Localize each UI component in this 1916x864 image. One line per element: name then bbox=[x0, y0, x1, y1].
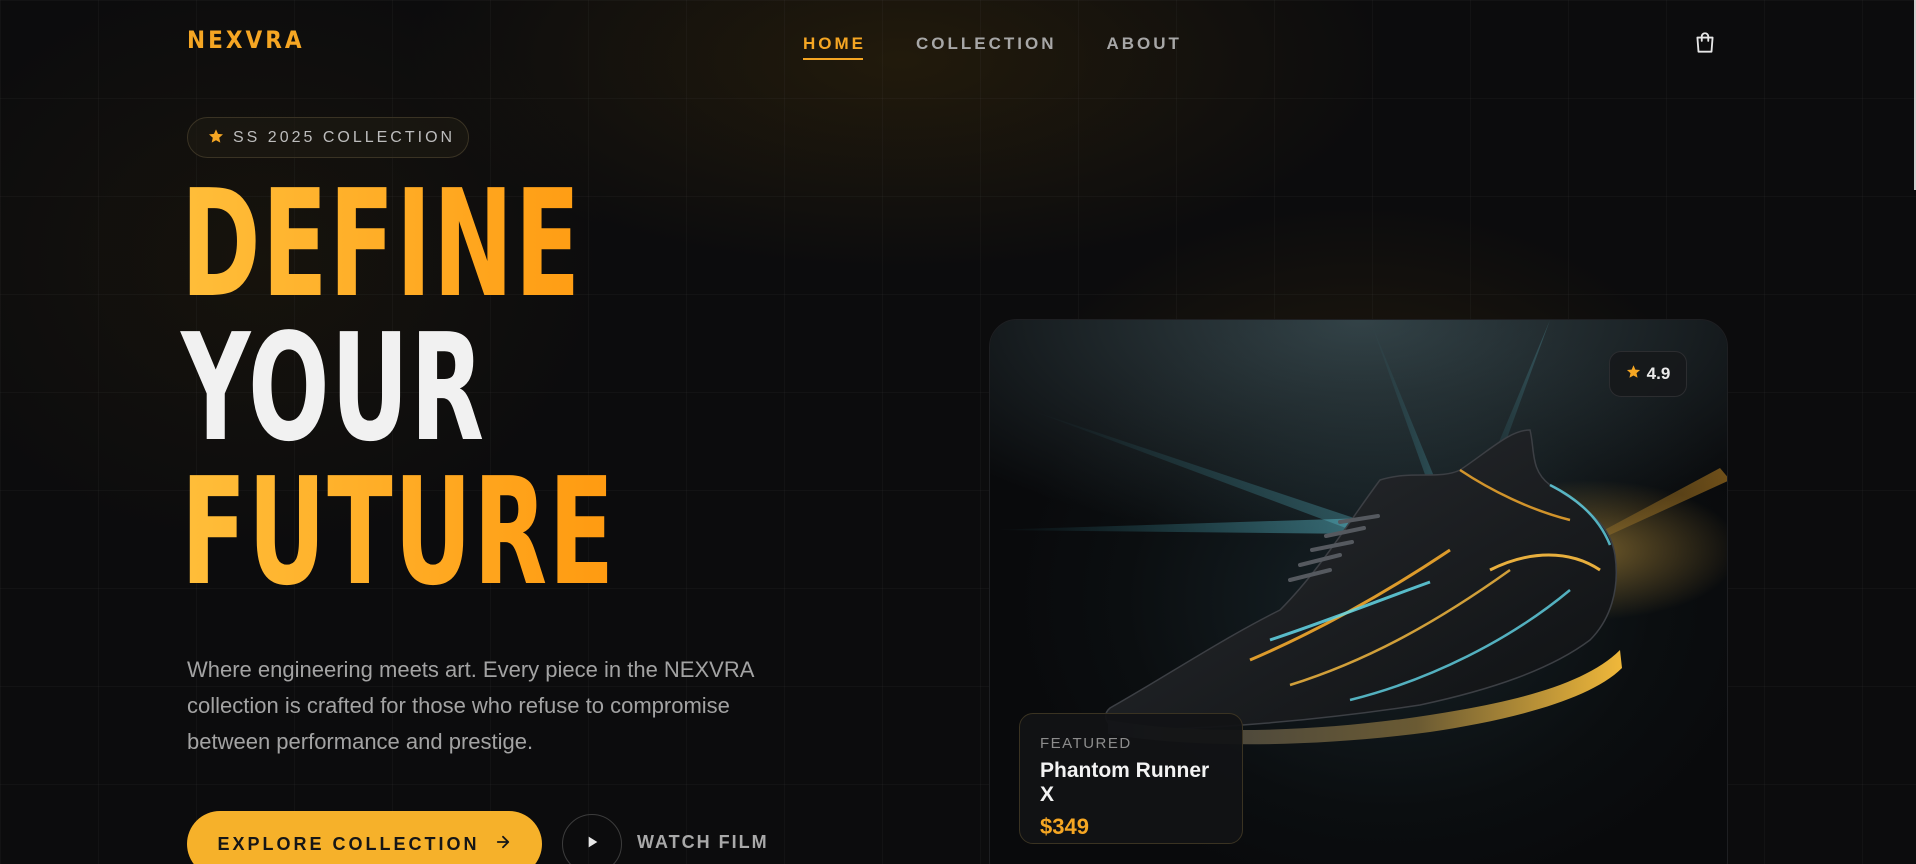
product-price: $349 bbox=[1040, 814, 1089, 839]
headline-line-3: FUTURE bbox=[181, 446, 616, 618]
rating-badge: 4.9 bbox=[1609, 351, 1687, 397]
hero-headline: DEFINE YOUR FUTURE bbox=[181, 170, 616, 618]
play-icon bbox=[584, 834, 600, 854]
star-icon bbox=[1626, 364, 1641, 384]
hero-description: Where engineering meets art. Every piece… bbox=[187, 657, 754, 754]
product-card[interactable]: 4.9 FEATURED Phantom Runner X $349 bbox=[989, 319, 1728, 864]
collection-badge: SS 2025 COLLECTION bbox=[187, 117, 469, 158]
headline-line-2: YOUR bbox=[181, 302, 486, 474]
badge-text: SS 2025 COLLECTION bbox=[233, 128, 456, 146]
explore-collection-button[interactable]: EXPLORE COLLECTION bbox=[187, 811, 542, 864]
featured-label: FEATURED bbox=[1040, 735, 1132, 752]
watch-film-link[interactable]: WATCH FILM bbox=[637, 832, 769, 853]
brand-logo[interactable]: NEXVRA bbox=[187, 26, 305, 54]
nav-links: HOME COLLECTION ABOUT bbox=[803, 34, 1182, 60]
nav-link-collection[interactable]: COLLECTION bbox=[916, 34, 1057, 60]
shopping-bag-icon[interactable] bbox=[1692, 30, 1718, 56]
explore-collection-label: EXPLORE COLLECTION bbox=[217, 833, 480, 854]
featured-info-card: FEATURED Phantom Runner X $349 bbox=[1019, 713, 1243, 844]
top-navigation: NEXVRA HOME COLLECTION ABOUT bbox=[0, 0, 1916, 88]
rating-value: 4.9 bbox=[1646, 364, 1671, 383]
nav-link-about[interactable]: ABOUT bbox=[1107, 34, 1182, 60]
nav-link-home[interactable]: HOME bbox=[803, 34, 866, 60]
star-icon bbox=[208, 128, 224, 148]
arrow-right-icon bbox=[494, 833, 512, 856]
product-name: Phantom Runner X bbox=[1040, 759, 1210, 806]
headline-line-1: DEFINE bbox=[181, 170, 616, 318]
